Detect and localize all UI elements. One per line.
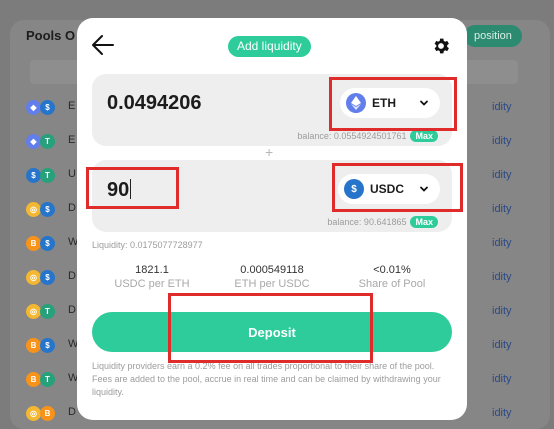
eth-icon: ◆	[26, 134, 41, 149]
add-liquidity-link[interactable]: idity	[492, 135, 512, 147]
usdc-icon: $	[40, 236, 55, 251]
annotation-box-usdc	[332, 163, 463, 212]
add-liquidity-link[interactable]: idity	[492, 305, 512, 317]
pool-name: D	[68, 202, 76, 214]
usdt-icon: T	[40, 168, 55, 183]
pools-title: Pools O	[26, 28, 76, 43]
add-liquidity-link[interactable]: idity	[492, 339, 512, 351]
gear-icon[interactable]	[431, 36, 451, 56]
annotation-box-amount	[86, 167, 179, 209]
usdt-icon: T	[40, 304, 55, 319]
usdc-icon: $	[40, 202, 55, 217]
stat-value: 0.000549118	[240, 264, 304, 276]
max-button-2[interactable]: Max	[410, 216, 438, 228]
pool-name: E	[68, 134, 76, 146]
balance-text-1: balance: 0.0554924501761	[297, 131, 407, 141]
add-liquidity-link[interactable]: idity	[492, 101, 512, 113]
liquidity-amount: Liquidity: 0.0175077728977	[92, 240, 203, 250]
add-liquidity-link[interactable]: idity	[492, 373, 512, 385]
dai-icon: ◎	[26, 406, 41, 421]
stat-label: USDC per ETH	[114, 278, 190, 290]
add-liquidity-link[interactable]: idity	[492, 203, 512, 215]
usdt-icon: T	[40, 372, 55, 387]
add-liquidity-link[interactable]: idity	[492, 237, 512, 249]
amount-input-1[interactable]: 0.0494206	[107, 92, 202, 115]
stat-value: <0.01%	[373, 264, 411, 276]
balance-2: balance: 90.641865 Max	[327, 216, 438, 228]
btc-icon: B	[26, 236, 41, 251]
stat-label: ETH per USDC	[234, 278, 310, 290]
eth-icon: ◆	[26, 100, 41, 115]
max-button-1[interactable]: Max	[410, 130, 438, 142]
dai-icon: ◎	[26, 304, 41, 319]
usdc-icon: $	[40, 338, 55, 353]
btc-icon: B	[40, 406, 55, 421]
pool-name: U	[68, 168, 76, 180]
position-button[interactable]: position	[464, 25, 522, 47]
add-liquidity-link[interactable]: idity	[492, 169, 512, 181]
btc-icon: B	[26, 338, 41, 353]
plus-sign: +	[265, 144, 274, 160]
annotation-box-deposit	[168, 293, 373, 363]
pool-name: D	[68, 270, 76, 282]
usdt-icon: T	[40, 134, 55, 149]
btc-icon: B	[26, 372, 41, 387]
stat-value: 1821.1	[135, 264, 169, 276]
pool-name: D	[68, 406, 76, 418]
balance-text-2: balance: 90.641865	[327, 217, 407, 227]
modal-title: Add liquidity	[228, 36, 311, 57]
usdc-icon: $	[40, 270, 55, 285]
stat-usdc-per-eth: 1821.1 USDC per ETH	[92, 264, 212, 290]
dai-icon: ◎	[26, 270, 41, 285]
stat-share-of-pool: <0.01% Share of Pool	[332, 264, 452, 290]
add-liquidity-link[interactable]: idity	[492, 407, 512, 419]
arrow-left-icon[interactable]	[91, 34, 115, 56]
dai-icon: ◎	[26, 202, 41, 217]
add-liquidity-link[interactable]: idity	[492, 271, 512, 283]
usdc-icon: $	[40, 100, 55, 115]
pool-name: D	[68, 304, 76, 316]
stat-label: Share of Pool	[358, 278, 426, 290]
annotation-box-eth	[329, 77, 457, 131]
fee-info-text: Liquidity providers earn a 0.2% fee on a…	[92, 361, 441, 397]
usdc-icon: $	[26, 168, 41, 183]
stat-eth-per-usdc: 0.000549118 ETH per USDC	[212, 264, 332, 290]
pool-name: E	[68, 100, 76, 112]
balance-1: balance: 0.0554924501761 Max	[297, 130, 438, 142]
price-stats: 1821.1 USDC per ETH 0.000549118 ETH per …	[92, 264, 452, 290]
